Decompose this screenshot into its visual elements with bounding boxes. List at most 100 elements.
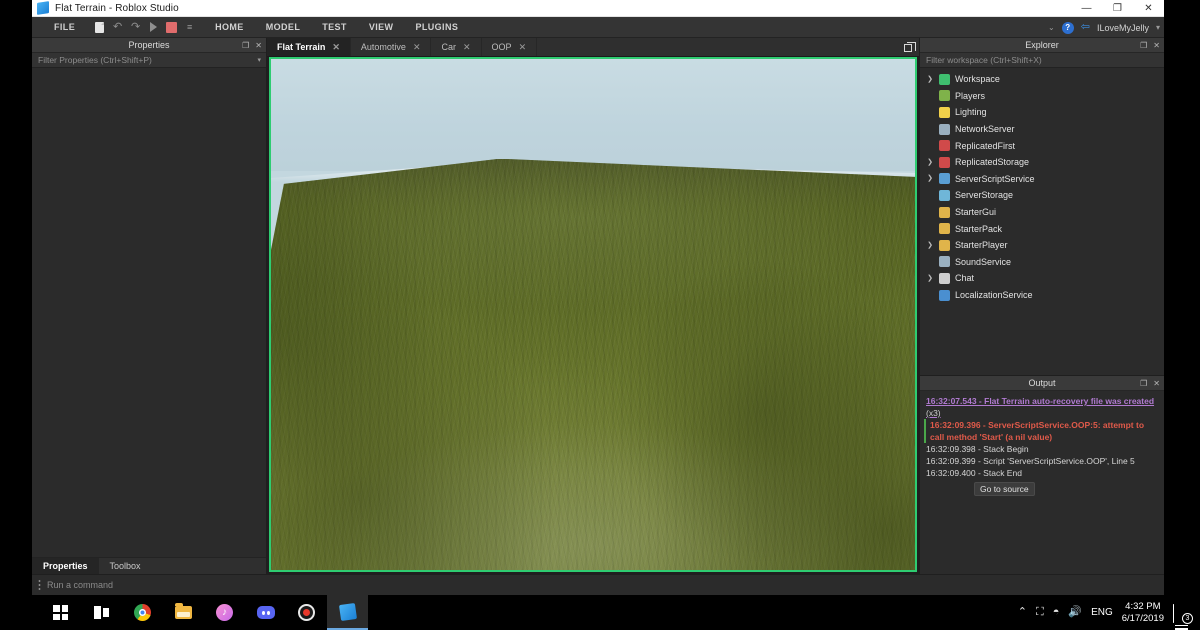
- tab-test[interactable]: TEST: [311, 19, 358, 35]
- output-line[interactable]: 16:32:07.543 - Flat Terrain auto-recover…: [926, 395, 1159, 419]
- output-panel-header: Output ❐ ✕: [920, 376, 1164, 391]
- notifications-button[interactable]: 3: [1173, 604, 1193, 630]
- chrome-button[interactable]: [122, 595, 163, 630]
- redo-icon[interactable]: ↷: [129, 21, 142, 34]
- explorer-item-replicatedstorage[interactable]: ❯ ReplicatedStorage: [920, 154, 1164, 171]
- clock-time: 4:32 PM: [1125, 600, 1161, 612]
- doc-tab-automotive[interactable]: Automotive ✕: [351, 38, 432, 56]
- file-menu-button[interactable]: FILE: [32, 22, 85, 32]
- itunes-button[interactable]: ♪: [204, 595, 245, 630]
- output-panel-actions: ❐ ✕: [1140, 376, 1160, 391]
- game-viewport[interactable]: [269, 57, 917, 572]
- close-button[interactable]: ✕: [1133, 0, 1164, 17]
- explorer-item-starterplayer[interactable]: ❯ StarterPlayer: [920, 237, 1164, 254]
- play-icon[interactable]: [147, 21, 160, 34]
- doc-tab-flat-terrain[interactable]: Flat Terrain ✕: [267, 38, 351, 56]
- explorer-item-serverstorage[interactable]: ServerStorage: [920, 187, 1164, 204]
- command-bar[interactable]: Run a command: [32, 574, 1164, 594]
- explorer-item-label: Workspace: [955, 74, 1000, 85]
- explorer-tree: ❯ Workspace Players Lighting NetworkServer Re…: [920, 68, 1164, 375]
- new-file-icon[interactable]: [93, 21, 106, 34]
- close-icon[interactable]: ✕: [255, 41, 262, 50]
- minimize-button[interactable]: —: [1071, 0, 1102, 17]
- onedrive-icon[interactable]: ⛶: [1036, 607, 1044, 618]
- close-icon[interactable]: ✕: [413, 42, 421, 53]
- tab-view[interactable]: VIEW: [358, 19, 405, 35]
- close-icon[interactable]: ✕: [332, 42, 340, 53]
- account-name[interactable]: ILoveMyJelly: [1097, 23, 1149, 33]
- float-icon[interactable]: ❐: [1140, 41, 1147, 50]
- output-log[interactable]: 16:32:07.543 - Flat Terrain auto-recover…: [920, 391, 1164, 574]
- drag-handle-icon[interactable]: [38, 579, 41, 590]
- explorer-item-players[interactable]: Players: [920, 88, 1164, 105]
- explorer-item-label: Lighting: [955, 107, 987, 118]
- properties-panel-title: Properties: [128, 40, 170, 50]
- workspace-icon: [939, 73, 950, 85]
- task-view-button[interactable]: [81, 595, 122, 630]
- tab-model[interactable]: MODEL: [255, 19, 312, 35]
- clock[interactable]: 4:32 PM 6/17/2019: [1122, 601, 1164, 625]
- chevron-down-icon[interactable]: ▾: [257, 56, 261, 64]
- explorer-item-networkserver[interactable]: NetworkServer: [920, 121, 1164, 138]
- close-icon[interactable]: ✕: [1153, 41, 1160, 50]
- chevron-down-icon[interactable]: ⌄: [1048, 23, 1055, 32]
- chevron-right-icon[interactable]: ❯: [926, 275, 934, 282]
- undo-icon[interactable]: ↶: [111, 21, 124, 34]
- clock-date: 6/17/2019: [1121, 612, 1164, 624]
- explorer-item-serverscriptservice[interactable]: ❯ ServerScriptService: [920, 171, 1164, 188]
- tab-toolbox[interactable]: Toolbox: [99, 558, 152, 574]
- chevron-right-icon[interactable]: ❯: [926, 175, 934, 182]
- close-icon[interactable]: ✕: [463, 42, 471, 53]
- explorer-item-label: SoundService: [955, 256, 1012, 267]
- explorer-panel-title: Explorer: [1025, 40, 1059, 50]
- chevron-right-icon[interactable]: ❯: [926, 76, 934, 83]
- restore-button[interactable]: ❐: [1102, 0, 1133, 17]
- float-icon[interactable]: ❐: [242, 41, 249, 50]
- record-icon: [298, 604, 315, 621]
- explorer-item-label: StarterPlayer: [955, 240, 1008, 251]
- explorer-item-replicatedfirst[interactable]: ReplicatedFirst: [920, 137, 1164, 154]
- recorder-button[interactable]: [286, 595, 327, 630]
- volume-icon[interactable]: 🔊: [1068, 607, 1082, 618]
- folder-icon: [175, 603, 192, 619]
- menu-bar-right: ⌄ ? ⇦ ILoveMyJelly ▾: [1048, 17, 1160, 38]
- explorer-filter-input[interactable]: Filter workspace (Ctrl+Shift+X): [920, 53, 1164, 68]
- stop-icon[interactable]: [165, 21, 178, 34]
- doc-tab-car[interactable]: Car ✕: [431, 38, 482, 56]
- tab-properties[interactable]: Properties: [32, 558, 99, 574]
- explorer-item-chat[interactable]: ❯ Chat: [920, 270, 1164, 287]
- explorer-item-startergui[interactable]: StarterGui: [920, 204, 1164, 221]
- roblox-studio-button[interactable]: [327, 595, 368, 630]
- properties-filter-input[interactable]: Filter Properties (Ctrl+Shift+P) ▾: [32, 53, 266, 68]
- language-indicator[interactable]: ENG: [1091, 607, 1113, 618]
- tab-home[interactable]: HOME: [204, 19, 255, 35]
- restore-window-icon[interactable]: [900, 40, 916, 55]
- close-icon[interactable]: ✕: [519, 42, 527, 53]
- float-icon[interactable]: ❐: [1140, 379, 1147, 388]
- explorer-item-label: Players: [955, 90, 986, 101]
- explorer-item-localizationservice[interactable]: LocalizationService: [920, 287, 1164, 304]
- chevron-right-icon[interactable]: ❯: [926, 242, 934, 249]
- customize-icon[interactable]: ≡: [183, 21, 196, 34]
- chevron-up-icon[interactable]: ⌃: [1018, 607, 1027, 618]
- close-icon[interactable]: ✕: [1153, 379, 1160, 388]
- account-chevron-down-icon[interactable]: ▾: [1156, 23, 1160, 32]
- output-line[interactable]: 16:32:09.396 - ServerScriptService.OOP:5…: [924, 419, 1159, 443]
- properties-filter-placeholder: Filter Properties (Ctrl+Shift+P): [38, 55, 152, 65]
- explorer-item-lighting[interactable]: Lighting: [920, 104, 1164, 121]
- go-to-source-button[interactable]: Go to source: [974, 482, 1035, 496]
- help-icon[interactable]: ?: [1061, 21, 1074, 34]
- explorer-item-starterpack[interactable]: StarterPack: [920, 220, 1164, 237]
- chevron-right-icon[interactable]: ❯: [926, 159, 934, 166]
- wifi-icon[interactable]: ◓: [1053, 607, 1060, 618]
- file-explorer-button[interactable]: [163, 595, 204, 630]
- tab-plugins[interactable]: PLUGINS: [404, 19, 469, 35]
- discord-button[interactable]: [245, 595, 286, 630]
- start-button[interactable]: [40, 595, 81, 630]
- ribbon-tabs: HOME MODEL TEST VIEW PLUGINS: [204, 19, 469, 35]
- explorer-item-soundservice[interactable]: SoundService: [920, 254, 1164, 271]
- quick-access-toolbar: ↶ ↷ ≡: [85, 21, 204, 34]
- doc-tab-oop[interactable]: OOP ✕: [482, 38, 538, 56]
- share-icon[interactable]: ⇦: [1081, 22, 1090, 33]
- explorer-item-workspace[interactable]: ❯ Workspace: [920, 71, 1164, 88]
